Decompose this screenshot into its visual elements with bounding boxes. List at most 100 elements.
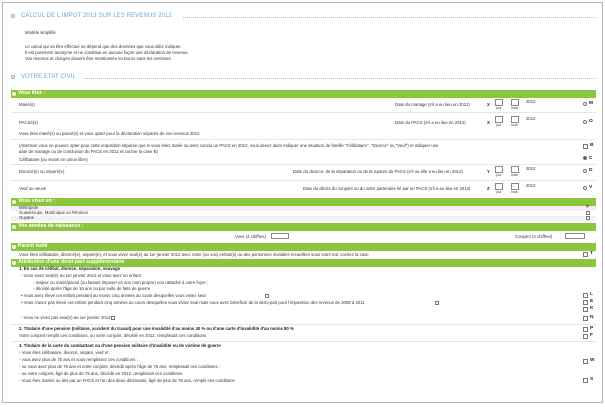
demi-part-s1-c: • Vous n'avez pas élevé cet enfant penda… <box>21 300 365 305</box>
divorce-radio[interactable] <box>583 169 587 173</box>
row-divider <box>11 164 596 165</box>
s2-letter-p: P <box>590 326 594 331</box>
selected-check-icon[interactable]: × <box>586 204 589 211</box>
celibataire-letter: C <box>589 156 593 161</box>
s1-letter-e: E <box>590 299 594 304</box>
s1-letter-n: N <box>590 315 594 320</box>
intro-line-3: Vos revenus et charges doivent être ment… <box>25 56 172 61</box>
circle-bullet-icon <box>11 75 15 79</box>
parent-isole-letter: T <box>590 251 593 256</box>
location-guyane-checkbox[interactable] <box>586 216 590 220</box>
row-divider <box>11 139 596 140</box>
circle-bullet-icon <box>11 14 15 18</box>
marie-radio[interactable] <box>583 102 587 106</box>
marie-date-label: Date du mariage (s'il a eu lieu en 2012) <box>395 102 470 107</box>
divider <box>183 17 596 18</box>
s2-letter-f: F <box>590 333 593 338</box>
pacse-letter: O <box>589 119 593 124</box>
day-caption: jour <box>496 173 502 177</box>
month-caption: mois <box>511 123 518 127</box>
celibataire-radio-selected[interactable] <box>583 156 587 160</box>
section-etat-title: VOTRE ETAT CIVIL <box>21 74 76 80</box>
circle-bullet-icon <box>12 261 16 265</box>
location-row <box>11 216 596 221</box>
birth-vous-input[interactable] <box>271 233 289 239</box>
s1-c-checkbox[interactable] <box>435 301 439 305</box>
location-guyane: Guyane <box>19 215 35 220</box>
pacse-day-input[interactable] <box>495 116 503 123</box>
veuf-day-input[interactable] <box>495 183 503 190</box>
marie-month-input[interactable] <box>511 99 519 106</box>
s3-letter-s: S <box>590 377 594 382</box>
divorce-letter: D <box>589 168 593 173</box>
demi-part-s3-line: - Vous êtes célibataire, divorcé, séparé… <box>19 350 111 355</box>
circle-bullet-icon <box>12 225 16 229</box>
celibataire-label: Célibataire (ou vivant en union libre) <box>19 157 88 162</box>
demi-part-s3-line: - ou votre conjoint, âgé de plus de 75 a… <box>19 371 183 376</box>
month-caption: mois <box>511 190 518 194</box>
marie-year: 2012 <box>526 99 536 104</box>
divorce-code: Y <box>487 169 490 174</box>
month-caption: mois <box>511 173 518 177</box>
veuf-year: 2012 <box>526 183 536 188</box>
pacse-code: X <box>487 120 490 125</box>
pacse-month-input[interactable] <box>511 116 519 123</box>
section-etat: VOTRE ETAT CIVIL <box>11 74 596 82</box>
marie-code: X <box>487 102 490 107</box>
month-caption: mois <box>511 106 518 110</box>
parent-isole-checkbox[interactable] <box>583 252 588 257</box>
demi-part-s1-a: - Vous vivez seul(e) au 1er janvier 2012… <box>21 273 141 278</box>
s3-letter-w: W <box>590 358 595 363</box>
birth-conjoint-label: Conjoint (4 chiffres) <box>515 234 553 239</box>
demi-part-s3-line: - ou vous avez plus de 75 ans et votre c… <box>19 364 220 369</box>
parent-isole-text: Vous êtes célibataire, divorcé(e), sépar… <box>19 252 369 257</box>
pacse-date-label: Date du PACS (s'il a eu lieu en 2012) <box>395 120 466 125</box>
circle-bullet-icon <box>12 245 16 249</box>
separate-text: Vous êtes marié(s) ou pacsé(s) et vous o… <box>19 131 200 136</box>
s2-f-checkbox[interactable] <box>583 334 588 339</box>
divorce-date-label: Date du divorce, de la séparation ou de … <box>293 169 463 174</box>
s1-l-checkbox[interactable] <box>583 293 588 298</box>
divorce-year: 2012 <box>526 166 536 171</box>
marie-day-input[interactable] <box>495 99 503 106</box>
veuf-code: Z <box>487 186 490 191</box>
divorce-month-input[interactable] <box>511 166 519 173</box>
parent-isole-header: Parent isolé <box>11 243 596 251</box>
s1-b-checkbox[interactable] <box>265 294 269 298</box>
vous-etes-header: Vous êtes : <box>11 90 596 98</box>
birth-vous-label: Vous (4 chiffres) <box>235 234 266 239</box>
s2-p-checkbox[interactable] <box>583 327 588 332</box>
marie-label: Marié(s) <box>19 102 35 107</box>
veuf-month-input[interactable] <box>511 183 519 190</box>
day-caption: jour <box>496 123 502 127</box>
s1-n-checkbox[interactable] <box>583 316 588 321</box>
birth-conjoint-input[interactable] <box>565 233 585 239</box>
demi-part-s1-a2: - décédé après l'âge de 16 ans ou par su… <box>33 286 151 291</box>
demi-part-s1-title: 1. En cas de célibat, divorce, séparatio… <box>19 266 121 271</box>
veuf-letter: V <box>589 185 593 190</box>
row-divider <box>11 341 596 342</box>
s1-k-checkbox[interactable] <box>583 307 588 312</box>
row-divider <box>11 180 596 181</box>
s1-letter-k: K <box>590 306 594 311</box>
circle-bullet-icon <box>12 200 16 204</box>
attention-line-2: date de mariage ou de conclusion du PACS… <box>19 149 158 154</box>
separate-checkbox[interactable] <box>583 144 588 149</box>
pacse-year: 2012 <box>526 116 536 121</box>
veuf-radio[interactable] <box>583 186 587 190</box>
s3-w-checkbox[interactable] <box>583 359 588 364</box>
mode-label: Modèle simplifié <box>25 30 56 35</box>
divorce-day-input[interactable] <box>495 166 503 173</box>
pacse-label: PACSé(s) <box>19 120 38 125</box>
s1-e-checkbox[interactable] <box>583 300 588 305</box>
section-calcul-title: CALCUL DE L'IMPOT 2013 SUR LES REVENUS 2… <box>21 13 172 19</box>
demi-part-s1-d: - Vous ne vivez pas seul(e) au 1er janvi… <box>21 315 111 320</box>
s1-d-checkbox[interactable] <box>111 316 115 320</box>
naissance-header: Vos années de naissance : <box>11 223 596 231</box>
s1-letter-l: L <box>590 292 593 297</box>
location-antilles-checkbox[interactable] <box>586 211 590 215</box>
demi-part-s2-title: 2. Titulaire d'une pension (militaire, a… <box>19 326 294 331</box>
day-caption: jour <box>496 106 502 110</box>
s3-s-checkbox[interactable] <box>583 378 588 383</box>
pacse-radio[interactable] <box>583 120 587 124</box>
